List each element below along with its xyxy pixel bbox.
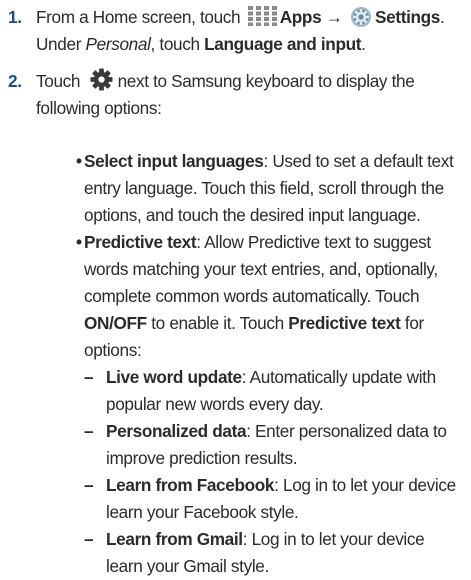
step-number: 2. [8, 71, 22, 91]
subitem-body: Learn from Facebook: Log in to let your … [106, 472, 464, 526]
step-2-text: next to Samsung keyboard to display the [117, 71, 415, 91]
dash-mark: – [84, 367, 94, 387]
period: . [440, 7, 445, 27]
step-2-intro: Touch [36, 71, 81, 91]
subitem-body: Learn from Gmail: Log in to let your dev… [106, 526, 464, 580]
option-title: Predictive text [84, 232, 197, 252]
bullet-dot: • [76, 151, 82, 171]
option-desc-mid: to enable it. Touch [146, 313, 289, 333]
personal-label: Personal [85, 34, 151, 54]
option-predictive-text: • Predictive text: Allow Predictive text… [76, 229, 464, 364]
period: . [361, 34, 366, 54]
subitem-title: Live word update [106, 367, 242, 387]
predictive-text-label: Predictive text [288, 313, 401, 333]
step-text: From a Home screen, touch Apps → Setting… [36, 4, 463, 58]
option-select-input-languages: • Select input languages: Used to set a … [76, 148, 464, 229]
dash-mark: – [84, 529, 94, 549]
subitem-body: Live word update: Automatically update w… [106, 364, 464, 418]
subitem-title: Learn from Facebook [106, 475, 275, 495]
bullet-dot: • [76, 232, 82, 252]
comma-touch: , touch [150, 34, 201, 54]
manual-page: 1. From a Home screen, touch Apps → Sett… [0, 0, 471, 580]
settings-label: Settings [375, 7, 441, 27]
subitem-title: Personalized data [106, 421, 247, 441]
apps-grid-icon [247, 6, 277, 26]
arrow: → [325, 7, 343, 27]
step-2-text-cont: following options: [36, 98, 162, 118]
settings-icon [351, 7, 371, 27]
under-text: Under [36, 34, 82, 54]
step-1-intro: From a Home screen, touch [36, 7, 241, 27]
apps-label: Apps [279, 7, 322, 27]
language-input-label: Language and input [204, 34, 362, 54]
on-off-label: ON/OFF [84, 313, 147, 333]
gear-icon [90, 68, 113, 91]
subitem-title: Learn from Gmail [106, 529, 243, 549]
step-number: 1. [8, 7, 22, 27]
dash-mark: – [84, 475, 94, 495]
dash-mark: – [84, 421, 94, 441]
option-title: Select input languages [84, 151, 264, 171]
subitem-body: Personalized data: Enter personalized da… [106, 418, 464, 472]
step-text: Touch next to Samsung keyboard to displa… [36, 68, 463, 122]
